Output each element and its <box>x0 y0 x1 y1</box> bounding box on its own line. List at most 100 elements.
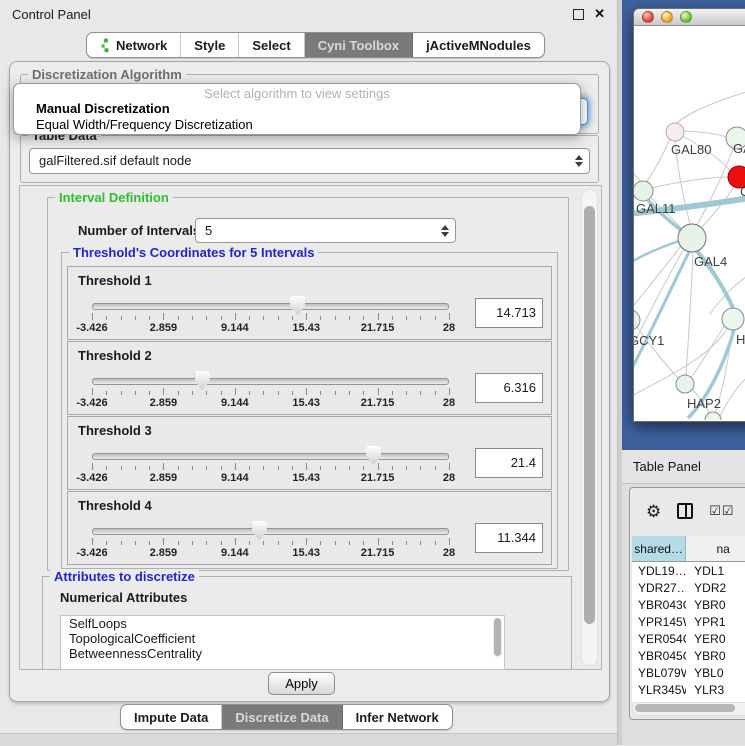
tab-jactivemnodules[interactable]: jActiveMNodules <box>413 33 544 57</box>
number-of-intervals-value: 5 <box>205 223 212 238</box>
column-header-name[interactable]: na <box>686 536 745 561</box>
node-gcy1[interactable] <box>634 310 640 330</box>
network-window-titlebar[interactable] <box>634 9 745 26</box>
algorithm-dropdown-popup: Select algorithm to view settings Manual… <box>13 83 581 135</box>
panel-title: Control Panel <box>12 7 91 22</box>
interval-definition-group: Interval Definition Number of Intervals … <box>47 197 569 571</box>
slider-track[interactable] <box>92 453 449 460</box>
node-label-gcy1: GCY1 <box>634 333 664 348</box>
top-tab-bar: Network Style Select Cyni Toolbox jActiv… <box>86 32 545 58</box>
tab-discretize-data[interactable]: Discretize Data <box>222 705 342 729</box>
node-table: shared… na YDL19…YDL1YDR27…YDR2YBR043CYB… <box>632 536 745 702</box>
table-panel: ⚙ ☑☑ shared… na YDL19…YDL1YDR27…YDR2YBR0… <box>629 487 745 720</box>
node-gal11[interactable] <box>634 181 653 201</box>
table-panel-title: Table Panel <box>633 459 701 474</box>
table-row[interactable]: YBR045CYBR0 <box>632 647 745 664</box>
node-partial[interactable] <box>705 412 721 420</box>
gear-icon[interactable]: ⚙ <box>646 503 661 520</box>
attribute-item[interactable]: SelfLoops <box>61 616 504 631</box>
control-panel-window: Control Panel ✕ Network Style Select Cyn… <box>0 0 617 745</box>
slider-track[interactable] <box>92 303 449 310</box>
checkbox-icons[interactable]: ☑☑ <box>709 503 734 519</box>
desktop-background: GAL80 GA C GAL11 GAL4 GCY1 H HAP2 <box>622 0 745 450</box>
close-panel-icon[interactable]: ✕ <box>594 6 605 22</box>
slider-scale-labels: -3.4262.8599.14415.4321.71528 <box>92 547 449 559</box>
table-horizontal-scrollbar[interactable] <box>632 702 745 716</box>
table-row[interactable]: YBL079WYBL0 <box>632 664 745 681</box>
table-row[interactable]: YDR27…YDR2 <box>632 579 745 596</box>
algorithm-option-equal-width[interactable]: Equal Width/Frequency Discretization <box>14 117 580 133</box>
table-row[interactable]: YPR145WYPR1 <box>632 613 745 630</box>
zoom-window-icon[interactable] <box>680 11 692 23</box>
apply-button[interactable]: Apply <box>268 672 335 695</box>
table-row[interactable]: YBR043CYBR0 <box>632 596 745 613</box>
tab-select[interactable]: Select <box>239 33 304 57</box>
thresholds-group-title: Threshold's Coordinates for 5 Intervals <box>69 245 318 260</box>
threshold-1-slider[interactable]: -3.4262.8599.14415.4321.71528 <box>92 296 449 336</box>
slider-track[interactable] <box>92 528 449 535</box>
threshold-3-value[interactable]: 21.4 <box>475 448 543 478</box>
network-icon <box>100 38 111 53</box>
threshold-1-value[interactable]: 14.713 <box>475 298 543 328</box>
right-pane: GAL80 GA C GAL11 GAL4 GCY1 H HAP2 Table … <box>622 0 745 745</box>
attribute-item[interactable]: BetweennessCentrality <box>61 646 504 661</box>
threshold-4-panel: Threshold 4 -3.4262.8599.14415.4321.7152… <box>67 491 552 565</box>
table-row[interactable]: YDL19…YDL1 <box>632 562 745 579</box>
table-row[interactable]: YLR345WYLR3 <box>632 681 745 698</box>
combo-stepper-icon <box>575 155 583 167</box>
minimize-window-icon[interactable] <box>661 11 673 23</box>
tab-network[interactable]: Network <box>87 33 181 57</box>
table-data-combobox[interactable]: galFiltered.sif default node <box>29 148 590 174</box>
node-h[interactable] <box>722 308 744 330</box>
threshold-1-panel: Threshold 1 -3.4262.8599.14415.4321.7152… <box>67 266 552 340</box>
numerical-attributes-label: Numerical Attributes <box>60 590 187 605</box>
attribute-item[interactable]: TopologicalCoefficient <box>61 631 504 646</box>
threshold-4-slider[interactable]: -3.4262.8599.14415.4321.71528 <box>92 521 449 561</box>
threshold-3-label: Threshold 3 <box>78 423 152 438</box>
threshold-2-value[interactable]: 6.316 <box>475 373 543 403</box>
algorithm-option-manual[interactable]: Manual Discretization <box>14 101 580 117</box>
control-panel-titlebar: Control Panel ✕ <box>0 0 617 28</box>
threshold-3-slider[interactable]: -3.4262.8599.14415.4321.71528 <box>92 446 449 486</box>
slider-track[interactable] <box>92 378 449 385</box>
bottom-tab-bar: Impute Data Discretize Data Infer Networ… <box>120 704 453 730</box>
node-label-ga: GA <box>733 141 745 156</box>
tab-infer-network[interactable]: Infer Network <box>343 705 452 729</box>
slider-ticks <box>92 463 449 471</box>
window-bottom-edge <box>0 733 617 746</box>
node-gal4[interactable] <box>678 224 706 252</box>
threshold-4-value[interactable]: 11.344 <box>475 523 543 553</box>
tab-impute-data[interactable]: Impute Data <box>121 705 222 729</box>
slider-scale-labels: -3.4262.8599.14415.4321.71528 <box>92 397 449 409</box>
settings-vertical-scrollbar[interactable] <box>581 189 598 666</box>
tab-network-label: Network <box>116 38 167 53</box>
threshold-2-slider[interactable]: -3.4262.8599.14415.4321.71528 <box>92 371 449 411</box>
columns-icon[interactable] <box>677 503 693 519</box>
numerical-attributes-list[interactable]: SelfLoopsTopologicalCoefficientBetweenne… <box>60 615 505 670</box>
number-of-intervals-label: Number of Intervals <box>78 223 200 238</box>
network-canvas[interactable]: GAL80 GA C GAL11 GAL4 GCY1 H HAP2 <box>634 26 745 420</box>
attributes-group: Attributes to discretize Numerical Attri… <box>42 576 572 669</box>
number-of-intervals-combobox[interactable]: 5 <box>195 218 456 243</box>
network-view-window[interactable]: GAL80 GA C GAL11 GAL4 GCY1 H HAP2 <box>633 8 745 422</box>
close-window-icon[interactable] <box>642 11 654 23</box>
table-header: shared… na <box>632 536 745 562</box>
node-hap2[interactable] <box>676 375 694 393</box>
threshold-3-panel: Threshold 3 -3.4262.8599.14415.4321.7152… <box>67 416 552 490</box>
tab-cyni-toolbox[interactable]: Cyni Toolbox <box>305 33 413 57</box>
list-scrollbar[interactable] <box>493 618 502 658</box>
algorithm-placeholder: Select algorithm to view settings <box>14 84 580 101</box>
table-row[interactable]: YER054CYER0 <box>632 630 745 647</box>
thresholds-group: Threshold's Coordinates for 5 Intervals … <box>61 252 558 569</box>
node-label-hap2: HAP2 <box>687 396 721 411</box>
tab-style[interactable]: Style <box>181 33 239 57</box>
node-gal80[interactable] <box>666 123 684 141</box>
table-toolbar: ⚙ ☑☑ <box>630 488 735 534</box>
float-panel-icon[interactable] <box>573 9 584 20</box>
combo-stepper-icon <box>441 225 449 237</box>
slider-ticks <box>92 538 449 546</box>
column-header-shared[interactable]: shared… <box>632 536 686 561</box>
table-data-group: Table Data galFiltered.sif default node <box>20 135 599 183</box>
threshold-2-panel: Threshold 2 -3.4262.8599.14415.4321.7152… <box>67 341 552 415</box>
settings-scroll-panel: Interval Definition Number of Intervals … <box>19 185 602 670</box>
